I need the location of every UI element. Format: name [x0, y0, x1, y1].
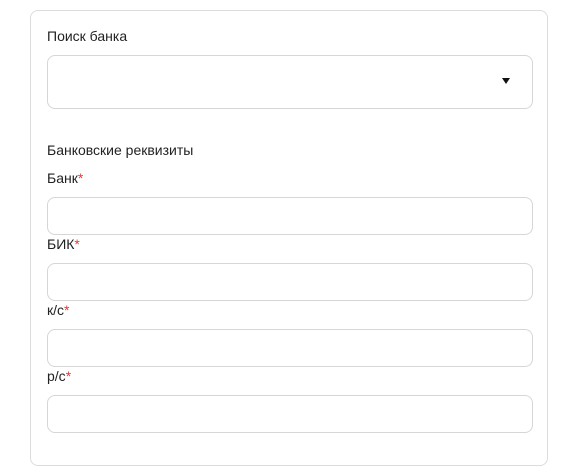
settlement-account-field-label-text: р/с	[47, 368, 66, 384]
bank-search-select[interactable]	[47, 55, 533, 109]
bank-input[interactable]	[47, 197, 533, 235]
bank-field-label-text: Банк	[47, 170, 78, 186]
required-mark: *	[77, 170, 84, 186]
required-mark: *	[74, 236, 80, 252]
corr-account-field-label: к/с*	[47, 301, 69, 319]
bank-details-card: Поиск банка Банковские реквизиты Банк* Б…	[30, 10, 548, 466]
required-mark: *	[65, 368, 72, 384]
bik-field-label: БИК*	[47, 235, 80, 253]
corr-account-field-label-text: к/с	[47, 302, 65, 318]
settlement-account-field-label: р/с*	[47, 367, 71, 385]
bik-input[interactable]	[47, 263, 533, 301]
bank-search-label: Поиск банка	[47, 28, 128, 44]
section-title: Банковские реквизиты	[47, 142, 194, 158]
bik-field-label-text: БИК	[47, 236, 75, 252]
settlement-account-input[interactable]	[47, 395, 533, 433]
bank-field-label: Банк*	[47, 169, 83, 187]
corr-account-input[interactable]	[47, 329, 533, 367]
caret-down-icon[interactable]	[502, 78, 510, 84]
required-mark: *	[64, 302, 70, 318]
